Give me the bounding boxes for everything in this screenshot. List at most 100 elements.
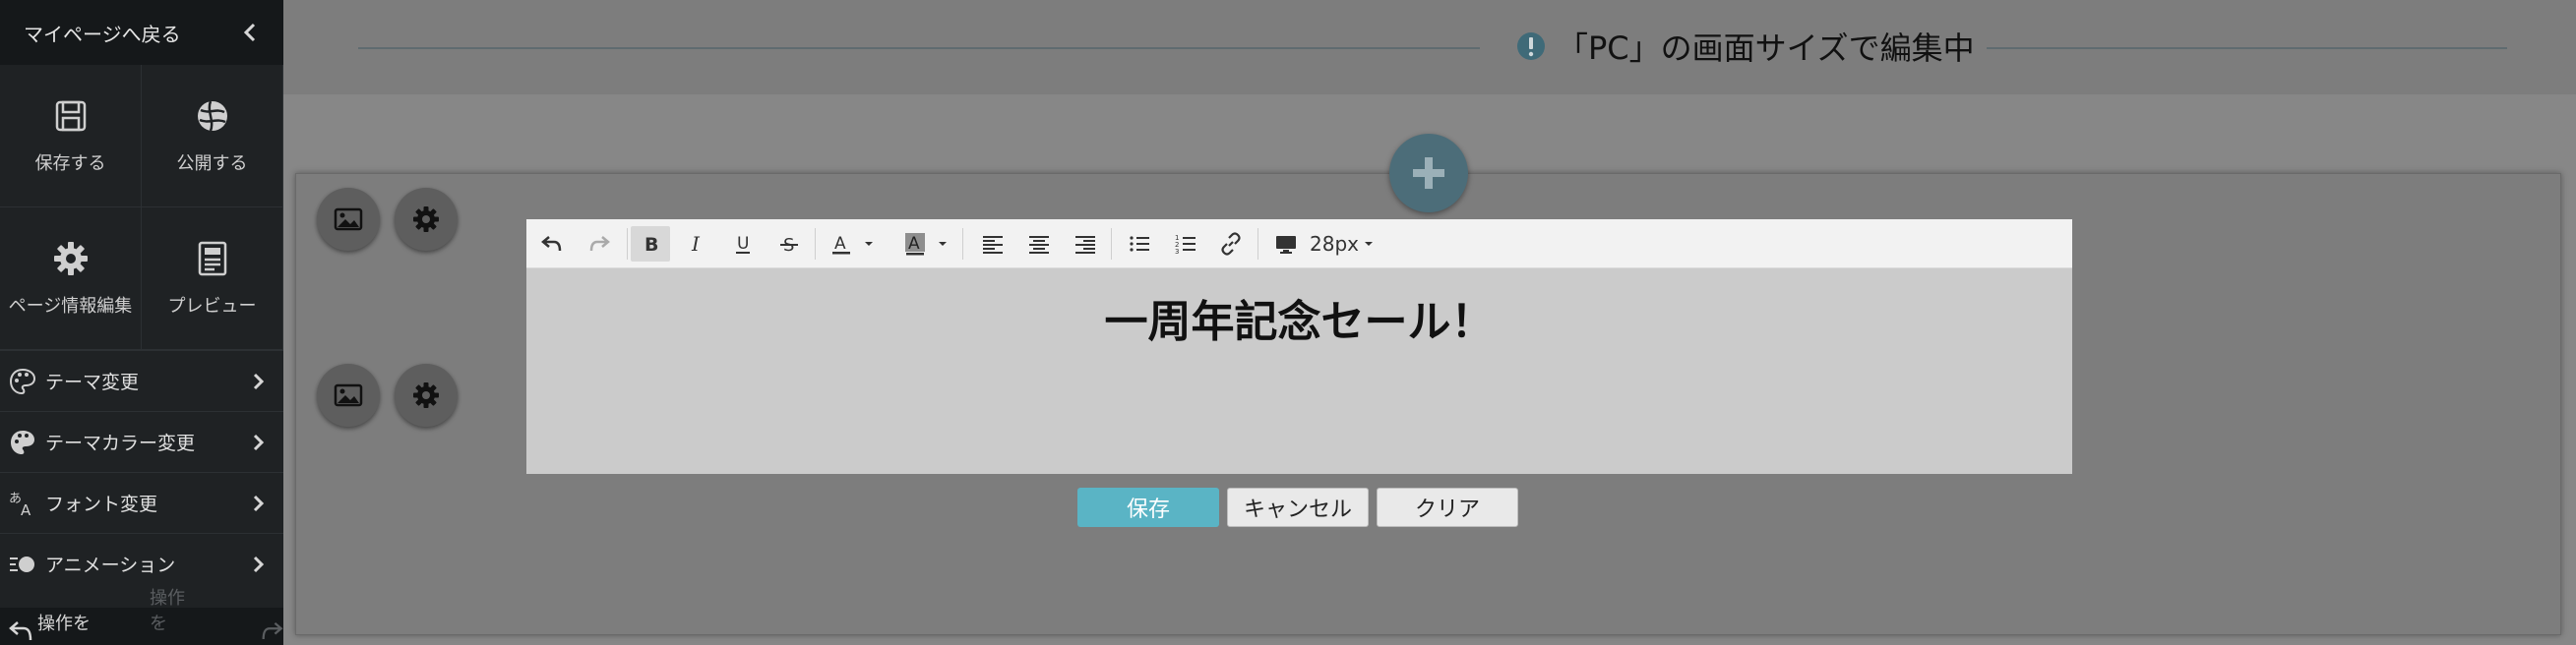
palette-icon [9, 368, 36, 394]
publish-icon [197, 100, 227, 132]
font-icon: あA [9, 492, 31, 518]
publish-label: 公開する [176, 153, 248, 174]
align-right-icon [1075, 236, 1095, 254]
animation-icon [10, 556, 34, 572]
save-button[interactable]: 保存 [1077, 488, 1219, 527]
caret-down-icon [939, 242, 947, 246]
palette-icon [11, 430, 34, 454]
link-icon [1221, 232, 1241, 256]
save-icon [55, 100, 86, 132]
save-page-button[interactable]: 保存する [0, 65, 142, 207]
bold-button[interactable]: B [631, 226, 670, 262]
undo-button[interactable]: 操作を [0, 608, 138, 645]
undo-icon [541, 236, 562, 252]
sidebar-item-label: テーマ変更 [45, 372, 140, 393]
gear-icon [53, 242, 88, 275]
sidebar-item-label: テーマカラー変更 [45, 433, 196, 454]
add-section-button[interactable] [1389, 134, 1468, 212]
redo-button[interactable]: 操作を [138, 588, 283, 645]
chevron-right-icon [253, 495, 265, 512]
redo-edit-button[interactable] [580, 226, 619, 262]
svg-text:B: B [644, 234, 658, 256]
rich-text-editor: B I U S A A [526, 219, 2072, 474]
sidebar-action-grid: 保存する 公開する ページ情報編集 プレビュー [0, 65, 283, 350]
redo-label: 操作を [150, 588, 185, 634]
chevron-right-icon [253, 556, 265, 573]
editor-toolbar: B I U S A A [526, 219, 2072, 268]
sidebar-item-label: フォント変更 [45, 494, 158, 515]
monitor-icon [1276, 236, 1296, 254]
bullet-list-button[interactable] [1120, 226, 1159, 262]
redo-icon [262, 621, 283, 640]
underline-button[interactable]: U [723, 226, 763, 262]
chevron-left-icon [243, 23, 256, 42]
sidebar-item-theme[interactable]: テーマ変更 [0, 350, 283, 411]
back-label: マイページへ戻る [24, 22, 181, 46]
bold-icon: B [644, 234, 658, 256]
toolbar-separator [962, 228, 963, 260]
image-settings-button[interactable] [317, 188, 380, 251]
align-center-button[interactable] [1019, 226, 1059, 262]
background-color-button[interactable]: A [895, 226, 935, 262]
align-right-button[interactable] [1066, 226, 1105, 262]
background-color-dropdown[interactable] [933, 226, 952, 262]
strikethrough-icon: S [780, 235, 798, 256]
chevron-right-icon [253, 373, 265, 390]
sidebar-item-theme-color[interactable]: テーマカラー変更 [0, 411, 283, 472]
italic-button[interactable]: I [677, 226, 716, 262]
svg-text:U: U [737, 234, 749, 254]
sidebar-item-animation[interactable]: アニメーション [0, 533, 283, 594]
sidebar-item-label: アニメーション [45, 555, 176, 576]
image-icon [334, 207, 363, 231]
page-info-edit-label: ページ情報編集 [8, 296, 133, 317]
undo-edit-button[interactable] [532, 226, 572, 262]
numbered-list-button[interactable]: 123 [1166, 226, 1205, 262]
align-left-button[interactable] [973, 226, 1012, 262]
preview-button[interactable]: プレビュー [142, 207, 283, 350]
font-color-dropdown[interactable] [859, 226, 879, 262]
cancel-button[interactable]: キャンセル [1227, 488, 1369, 527]
page-info-edit-button[interactable]: ページ情報編集 [0, 207, 142, 350]
font-size-select[interactable]: 28px [1310, 226, 1375, 262]
banner-divider-left [358, 47, 1480, 49]
strikethrough-button[interactable]: S [769, 226, 809, 262]
block-settings-button[interactable] [395, 188, 458, 251]
font-color-button[interactable]: A [822, 226, 861, 262]
svg-text:A: A [834, 234, 846, 254]
svg-text:3: 3 [1175, 248, 1179, 256]
align-left-icon [983, 236, 1003, 254]
image-settings-button[interactable] [317, 364, 380, 427]
block-settings-button[interactable] [395, 364, 458, 427]
banner-title-text: 「PC」の画面サイズで編集中 [1557, 29, 1975, 67]
preview-icon [198, 241, 226, 276]
editing-mode-title: 「PC」の画面サイズで編集中 [1503, 22, 1987, 71]
editor-content[interactable]: 一周年記念セール！ [526, 286, 2072, 349]
sidebar: マイページへ戻る 保存する 公開する ページ情報編集 プレビュー テーマ変更 テ… [0, 0, 283, 645]
caret-down-icon [1364, 242, 1373, 246]
back-to-mypage-link[interactable]: マイページへ戻る [0, 0, 283, 65]
preview-label: プレビュー [167, 296, 257, 317]
undo-label: 操作を [37, 614, 91, 634]
gear-icon [413, 206, 439, 232]
bullet-list-icon [1130, 236, 1149, 252]
font-color-icon: A [832, 234, 850, 255]
publish-button[interactable]: 公開する [142, 65, 283, 207]
info-icon [1517, 32, 1545, 60]
clear-button[interactable]: クリア [1377, 488, 1518, 527]
toolbar-separator [1111, 228, 1112, 260]
toolbar-separator [815, 228, 816, 260]
link-button[interactable] [1211, 226, 1251, 262]
image-icon [334, 383, 363, 407]
toolbar-separator [1257, 228, 1258, 260]
sidebar-item-font[interactable]: あA フォント変更 [0, 472, 283, 533]
device-preview-button[interactable] [1266, 226, 1306, 262]
toolbar-separator [627, 228, 628, 260]
redo-icon [589, 236, 610, 252]
screen-size-banner: 「PC」の画面サイズで編集中 [283, 0, 2576, 94]
caret-down-icon [865, 242, 873, 246]
numbered-list-icon: 123 [1175, 234, 1196, 256]
svg-text:A: A [21, 501, 31, 518]
underline-icon: U [736, 234, 750, 254]
svg-text:A: A [908, 234, 920, 254]
background-color-icon: A [905, 233, 925, 256]
